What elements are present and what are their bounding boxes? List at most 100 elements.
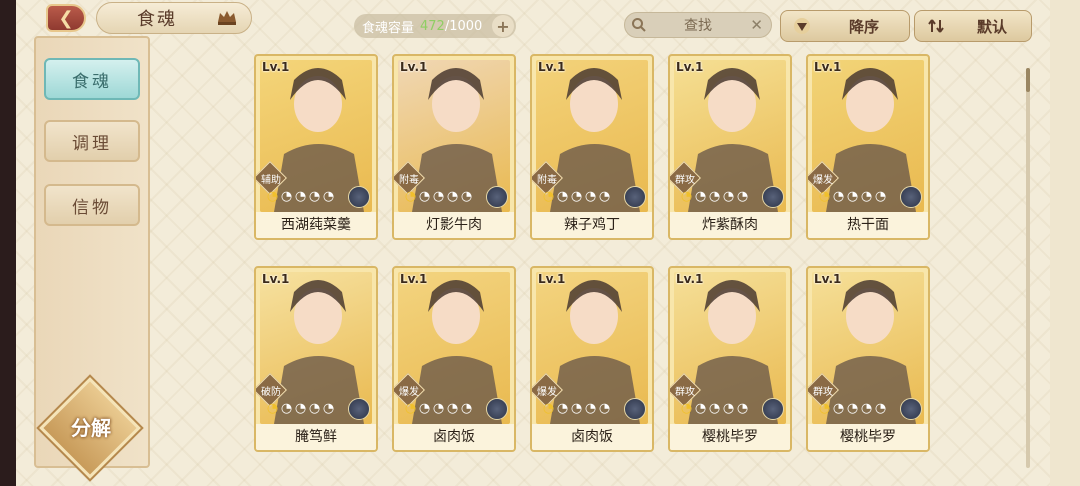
- card-name: 樱桃毕罗: [670, 424, 790, 450]
- card-level: Lv.1: [538, 60, 566, 74]
- role-label: 附毒: [399, 175, 419, 186]
- card-name: 热干面: [808, 212, 928, 238]
- star-icon: ◔: [694, 401, 707, 416]
- food-soul-card[interactable]: Lv.1 破防 ◔ ◔ ◔ ◔ ◔ 腌笃鲜: [254, 266, 378, 452]
- star-icon: ◔: [556, 189, 569, 204]
- star-rating: ◔ ◔ ◔ ◔ ◔: [680, 401, 749, 416]
- card-name: 樱桃毕罗: [808, 424, 928, 450]
- tab-token[interactable]: 信物: [44, 184, 140, 226]
- sort-order-button[interactable]: 降序: [780, 10, 910, 42]
- food-soul-card[interactable]: Lv.1 爆发 ◔ ◔ ◔ ◔ ◔ 热干面: [806, 54, 930, 240]
- star-icon: ◔: [736, 401, 749, 416]
- star-rating: ◔ ◔ ◔ ◔ ◔: [266, 189, 335, 204]
- card-name: 炸紫酥肉: [670, 212, 790, 238]
- search-placeholder: 查找: [684, 18, 712, 34]
- star-icon: ◔: [598, 401, 611, 416]
- star-icon: ◔: [598, 189, 611, 204]
- star-icon: [486, 398, 508, 420]
- star-icon: ◔: [460, 189, 473, 204]
- card-name: 卤肉饭: [394, 424, 514, 450]
- clear-search-icon[interactable]: ✕: [750, 16, 763, 34]
- left-edge: [0, 0, 16, 486]
- star-icon: ◔: [542, 189, 555, 204]
- scrollbar-thumb[interactable]: [1026, 68, 1030, 92]
- star-icon: ◔: [460, 401, 473, 416]
- triangle-down-icon: [794, 18, 810, 34]
- star-icon: ◔: [722, 401, 735, 416]
- star-icon: ◔: [404, 189, 417, 204]
- star-icon: ◔: [846, 401, 859, 416]
- star-icon: ◔: [556, 401, 569, 416]
- star-icon: ◔: [818, 401, 831, 416]
- capacity-label: 食魂容量: [362, 20, 415, 36]
- star-rating: ◔ ◔ ◔ ◔ ◔: [542, 189, 611, 204]
- food-soul-card[interactable]: Lv.1 爆发 ◔ ◔ ◔ ◔ ◔ 卤肉饭: [530, 266, 654, 452]
- food-soul-card[interactable]: Lv.1 群攻 ◔ ◔ ◔ ◔ ◔ 樱桃毕罗: [806, 266, 930, 452]
- star-icon: [900, 186, 922, 208]
- right-edge: [1050, 0, 1080, 486]
- search-input[interactable]: 查找 ✕: [624, 12, 772, 38]
- star-icon: ◔: [308, 189, 321, 204]
- star-icon: [900, 398, 922, 420]
- add-capacity-button[interactable]: +: [492, 15, 514, 37]
- star-icon: ◔: [266, 401, 279, 416]
- star-icon: ◔: [708, 401, 721, 416]
- decompose-label: 分解: [71, 416, 111, 440]
- star-icon: ◔: [446, 189, 459, 204]
- role-label: 爆发: [399, 387, 419, 398]
- card-name: 腌笃鲜: [256, 424, 376, 450]
- star-icon: ◔: [446, 401, 459, 416]
- food-soul-card[interactable]: Lv.1 群攻 ◔ ◔ ◔ ◔ ◔ 樱桃毕罗: [668, 266, 792, 452]
- food-soul-card[interactable]: Lv.1 附毒 ◔ ◔ ◔ ◔ ◔ 灯影牛肉: [392, 54, 516, 240]
- star-rating: ◔ ◔ ◔ ◔ ◔: [818, 401, 887, 416]
- star-icon: ◔: [432, 189, 445, 204]
- star-icon: ◔: [294, 189, 307, 204]
- star-icon: ◔: [280, 401, 293, 416]
- role-label: 辅助: [261, 175, 281, 186]
- star-icon: ◔: [722, 189, 735, 204]
- star-icon: ◔: [846, 189, 859, 204]
- tab-food-soul[interactable]: 食魂: [44, 58, 140, 100]
- crown-icon: [218, 11, 236, 25]
- food-soul-card[interactable]: Lv.1 爆发 ◔ ◔ ◔ ◔ ◔ 卤肉饭: [392, 266, 516, 452]
- card-name: 灯影牛肉: [394, 212, 514, 238]
- star-icon: ◔: [832, 189, 845, 204]
- role-label: 群攻: [675, 175, 695, 186]
- star-rating: ◔ ◔ ◔ ◔ ◔: [818, 189, 887, 204]
- star-icon: ◔: [860, 189, 873, 204]
- food-soul-card[interactable]: Lv.1 群攻 ◔ ◔ ◔ ◔ ◔ 炸紫酥肉: [668, 54, 792, 240]
- star-icon: [348, 398, 370, 420]
- star-rating: ◔ ◔ ◔ ◔ ◔: [266, 401, 335, 416]
- role-label: 附毒: [537, 175, 557, 186]
- star-icon: ◔: [432, 401, 445, 416]
- food-soul-card[interactable]: Lv.1 附毒 ◔ ◔ ◔ ◔ ◔ 辣子鸡丁: [530, 54, 654, 240]
- star-icon: ◔: [680, 189, 693, 204]
- capacity-max: /1000: [444, 18, 483, 34]
- flower-icon: [348, 186, 370, 208]
- tab-conditioning[interactable]: 调理: [44, 120, 140, 162]
- star-icon: ◔: [832, 401, 845, 416]
- star-rating: ◔ ◔ ◔ ◔ ◔: [542, 401, 611, 416]
- sidebar: 食魂 调理 信物 分解: [34, 36, 150, 479]
- card-level: Lv.1: [676, 60, 704, 74]
- tab-label: 信物: [72, 197, 112, 218]
- sort-default-button[interactable]: 默认: [914, 10, 1032, 42]
- scrollbar[interactable]: [1026, 68, 1030, 468]
- role-label: 爆发: [537, 387, 557, 398]
- card-level: Lv.1: [814, 272, 842, 286]
- card-level: Lv.1: [814, 60, 842, 74]
- card-level: Lv.1: [538, 272, 566, 286]
- food-soul-card[interactable]: Lv.1 辅助 ◔ ◔ ◔ ◔ ◔ 西湖莼菜羹: [254, 54, 378, 240]
- star-rating: ◔ ◔ ◔ ◔ ◔: [404, 401, 473, 416]
- star-icon: ◔: [570, 189, 583, 204]
- star-icon: ◔: [570, 401, 583, 416]
- star-icon: ◔: [308, 401, 321, 416]
- star-icon: [624, 398, 646, 420]
- card-level: Lv.1: [400, 272, 428, 286]
- back-arrow-icon: ❮: [58, 7, 74, 29]
- star-icon: ◔: [874, 189, 887, 204]
- role-label: 群攻: [813, 387, 833, 398]
- card-level: Lv.1: [262, 272, 290, 286]
- star-icon: ◔: [680, 401, 693, 416]
- back-button[interactable]: ❮: [46, 4, 86, 32]
